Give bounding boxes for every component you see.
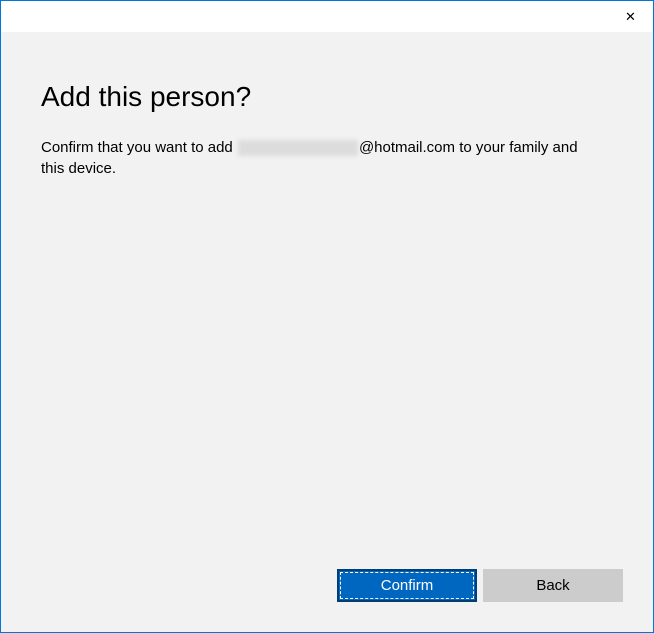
back-button[interactable]: Back — [483, 569, 623, 602]
dialog-body: Confirm that you want to add @hotmail.co… — [41, 137, 601, 179]
close-icon: ✕ — [625, 9, 636, 25]
titlebar: ✕ — [1, 1, 653, 33]
dialog-footer: Confirm Back — [1, 569, 653, 632]
add-person-dialog: ✕ Add this person? Confirm that you want… — [0, 0, 654, 633]
confirm-button[interactable]: Confirm — [337, 569, 477, 602]
body-prefix: Confirm that you want to add — [41, 139, 237, 156]
close-button[interactable]: ✕ — [608, 1, 653, 32]
dialog-content: Add this person? Confirm that you want t… — [1, 33, 653, 569]
redacted-email-local — [238, 140, 358, 156]
dialog-heading: Add this person? — [41, 81, 613, 113]
